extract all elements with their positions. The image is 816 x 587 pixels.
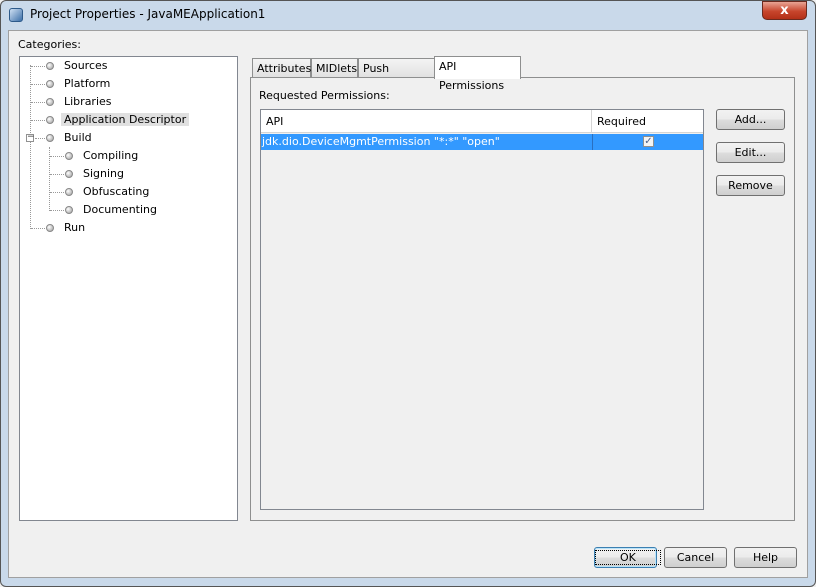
tree-item-label: Build <box>64 131 92 144</box>
tree-item-label: Libraries <box>64 95 112 108</box>
tree-item-label: Obfuscating <box>83 185 150 198</box>
tree-item-application-descriptor[interactable]: Application Descriptor <box>46 112 190 128</box>
app-icon <box>9 8 23 22</box>
node-icon <box>65 188 73 196</box>
tree-item-platform[interactable]: Platform <box>46 76 113 92</box>
column-header-api[interactable]: API <box>261 110 592 132</box>
node-icon <box>46 116 54 124</box>
tree-item-label: Documenting <box>83 203 157 216</box>
required-cell: ✓ <box>592 134 704 150</box>
node-icon <box>46 98 54 106</box>
tab-midlets[interactable]: MIDlets <box>311 58 358 78</box>
tree-line <box>35 138 45 139</box>
table-row[interactable]: jdk.dio.DeviceMgmtPermission "*:*" "open… <box>261 134 703 150</box>
node-icon <box>46 80 54 88</box>
tab-attributes[interactable]: Attributes <box>252 58 311 78</box>
requested-permissions-label: Requested Permissions: <box>259 89 390 102</box>
tree-line <box>31 102 45 103</box>
help-button[interactable]: Help <box>734 547 797 568</box>
table-header: API Required <box>261 110 703 133</box>
tree-line <box>50 174 64 175</box>
api-cell: jdk.dio.DeviceMgmtPermission "*:*" "open… <box>262 135 500 148</box>
categories-label: Categories: <box>18 38 81 51</box>
tree-item-label: Platform <box>64 77 111 90</box>
tree-item-build[interactable]: Build <box>46 130 95 146</box>
tree-line <box>50 156 64 157</box>
window-title: Project Properties - JavaMEApplication1 <box>30 7 266 21</box>
tree-item-label: Compiling <box>83 149 139 162</box>
edit-button[interactable]: Edit... <box>716 142 785 163</box>
node-icon <box>46 134 54 142</box>
tree-item-label: Application Descriptor <box>61 113 190 126</box>
tree-item-libraries[interactable]: Libraries <box>46 94 115 110</box>
tree-line <box>31 84 45 85</box>
column-header-required[interactable]: Required <box>592 110 703 132</box>
tree-item-documenting[interactable]: Documenting <box>65 202 160 218</box>
tree-item-label: Run <box>64 221 86 234</box>
tree-item-label: Sources <box>64 59 108 72</box>
tree-line <box>30 65 31 229</box>
tree-item-compiling[interactable]: Compiling <box>65 148 141 164</box>
node-icon <box>65 152 73 160</box>
tab-api-permissions[interactable]: API Permissions <box>434 56 521 92</box>
close-button[interactable]: x <box>762 1 807 20</box>
permissions-table[interactable]: API Required jdk.dio.DeviceMgmtPermissio… <box>260 109 704 510</box>
cancel-button[interactable]: Cancel <box>664 547 727 568</box>
tree-item-sources[interactable]: Sources <box>46 58 111 74</box>
remove-button[interactable]: Remove <box>716 175 785 196</box>
title-bar: Project Properties - JavaMEApplication1 … <box>0 0 816 30</box>
ok-button[interactable]: OK <box>594 547 661 568</box>
tree-line <box>50 210 64 211</box>
required-checkbox[interactable]: ✓ <box>643 136 654 147</box>
node-icon <box>46 62 54 70</box>
categories-tree[interactable]: − Sources Platform Libraries Application… <box>19 56 238 521</box>
tree-line <box>31 120 45 121</box>
tree-item-run[interactable]: Run <box>46 220 88 236</box>
tab-push-registry[interactable]: Push Registry <box>358 58 435 94</box>
ok-button-label: OK <box>595 550 661 565</box>
node-icon <box>65 170 73 178</box>
node-icon <box>65 206 73 214</box>
tree-item-obfuscating[interactable]: Obfuscating <box>65 184 152 200</box>
tree-item-signing[interactable]: Signing <box>65 166 127 182</box>
collapse-icon[interactable]: − <box>26 133 35 142</box>
add-button[interactable]: Add... <box>716 109 785 130</box>
node-icon <box>46 224 54 232</box>
tree-line <box>31 66 45 67</box>
tree-line <box>31 228 45 229</box>
tree-line <box>50 192 64 193</box>
tree-item-label: Signing <box>83 167 125 180</box>
